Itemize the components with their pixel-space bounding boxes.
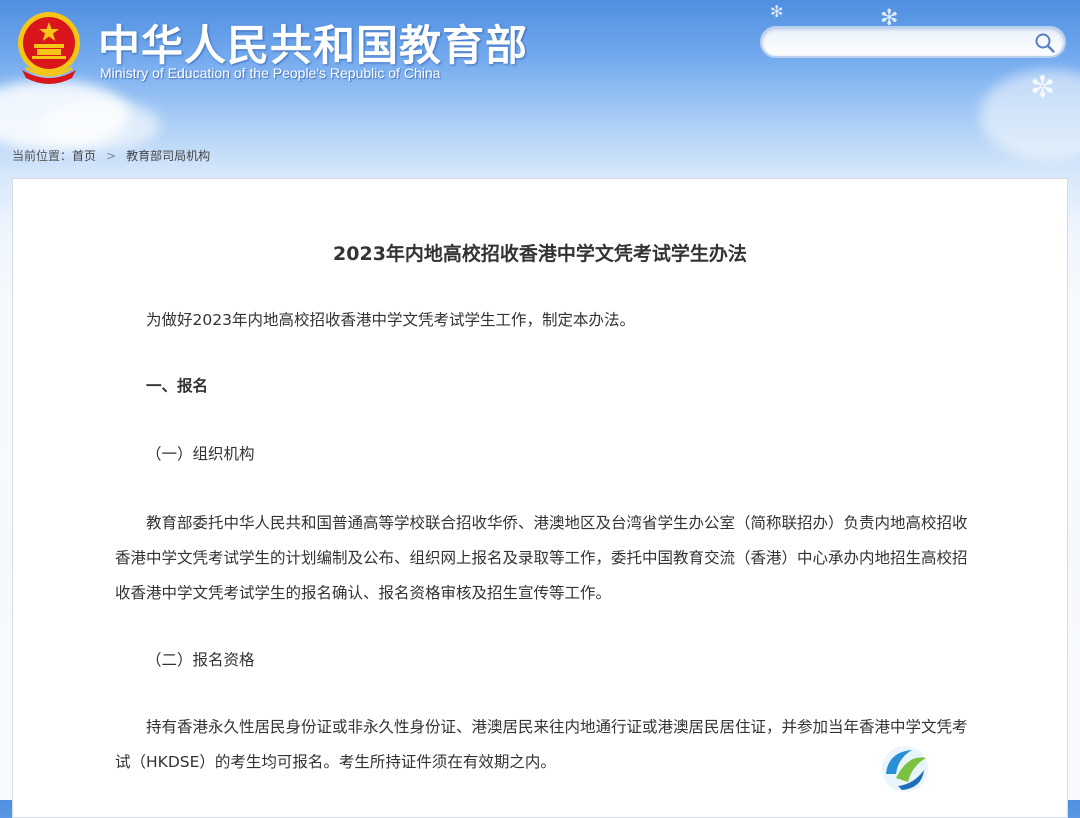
article-paragraph: 为做好2023年内地高校招收香港中学文凭考试学生工作，制定本办法。 — [146, 311, 635, 329]
section-heading: 一、报名 — [146, 377, 209, 395]
article-paragraph: 持有香港永久性居民身份证或非永久性身份证、港澳居民来往内地通行证或港澳居民居住证… — [115, 718, 968, 771]
snowflake-icon: ✼ — [1030, 70, 1056, 105]
site-subtitle: Ministry of Education of the People's Re… — [100, 65, 441, 81]
breadcrumb-label: 当前位置： — [12, 149, 73, 163]
subsection-heading: （一）组织机构 — [146, 445, 255, 463]
search-box — [760, 26, 1066, 58]
article-title: 2023年内地高校招收香港中学文凭考试学生办法 — [333, 243, 747, 265]
snowflake-icon: ✻ — [770, 2, 784, 21]
breadcrumb-department-link[interactable]: 教育部司局机构 — [126, 149, 210, 163]
national-emblem-icon — [18, 12, 80, 84]
site-title: 中华人民共和国教育部 — [98, 21, 529, 70]
breadcrumb-separator: > — [106, 149, 117, 163]
search-icon[interactable] — [1034, 32, 1056, 54]
breadcrumb-home-link[interactable]: 首页 — [72, 149, 96, 163]
article-paragraph: 教育部委托中华人民共和国普通高等学校联合招收华侨、港澳地区及台湾省学生办公室（简… — [115, 514, 968, 602]
cloud-decoration — [40, 100, 160, 150]
subsection-heading: （二）报名资格 — [146, 651, 255, 669]
search-input[interactable] — [776, 32, 1030, 54]
breadcrumb: 当前位置：首页 > 教育部司局机构 — [12, 147, 210, 164]
article-panel: 2023年内地高校招收香港中学文凭考试学生办法 为做好2023年内地高校招收香港… — [12, 178, 1068, 818]
site-watermark-logo-icon — [882, 746, 928, 792]
